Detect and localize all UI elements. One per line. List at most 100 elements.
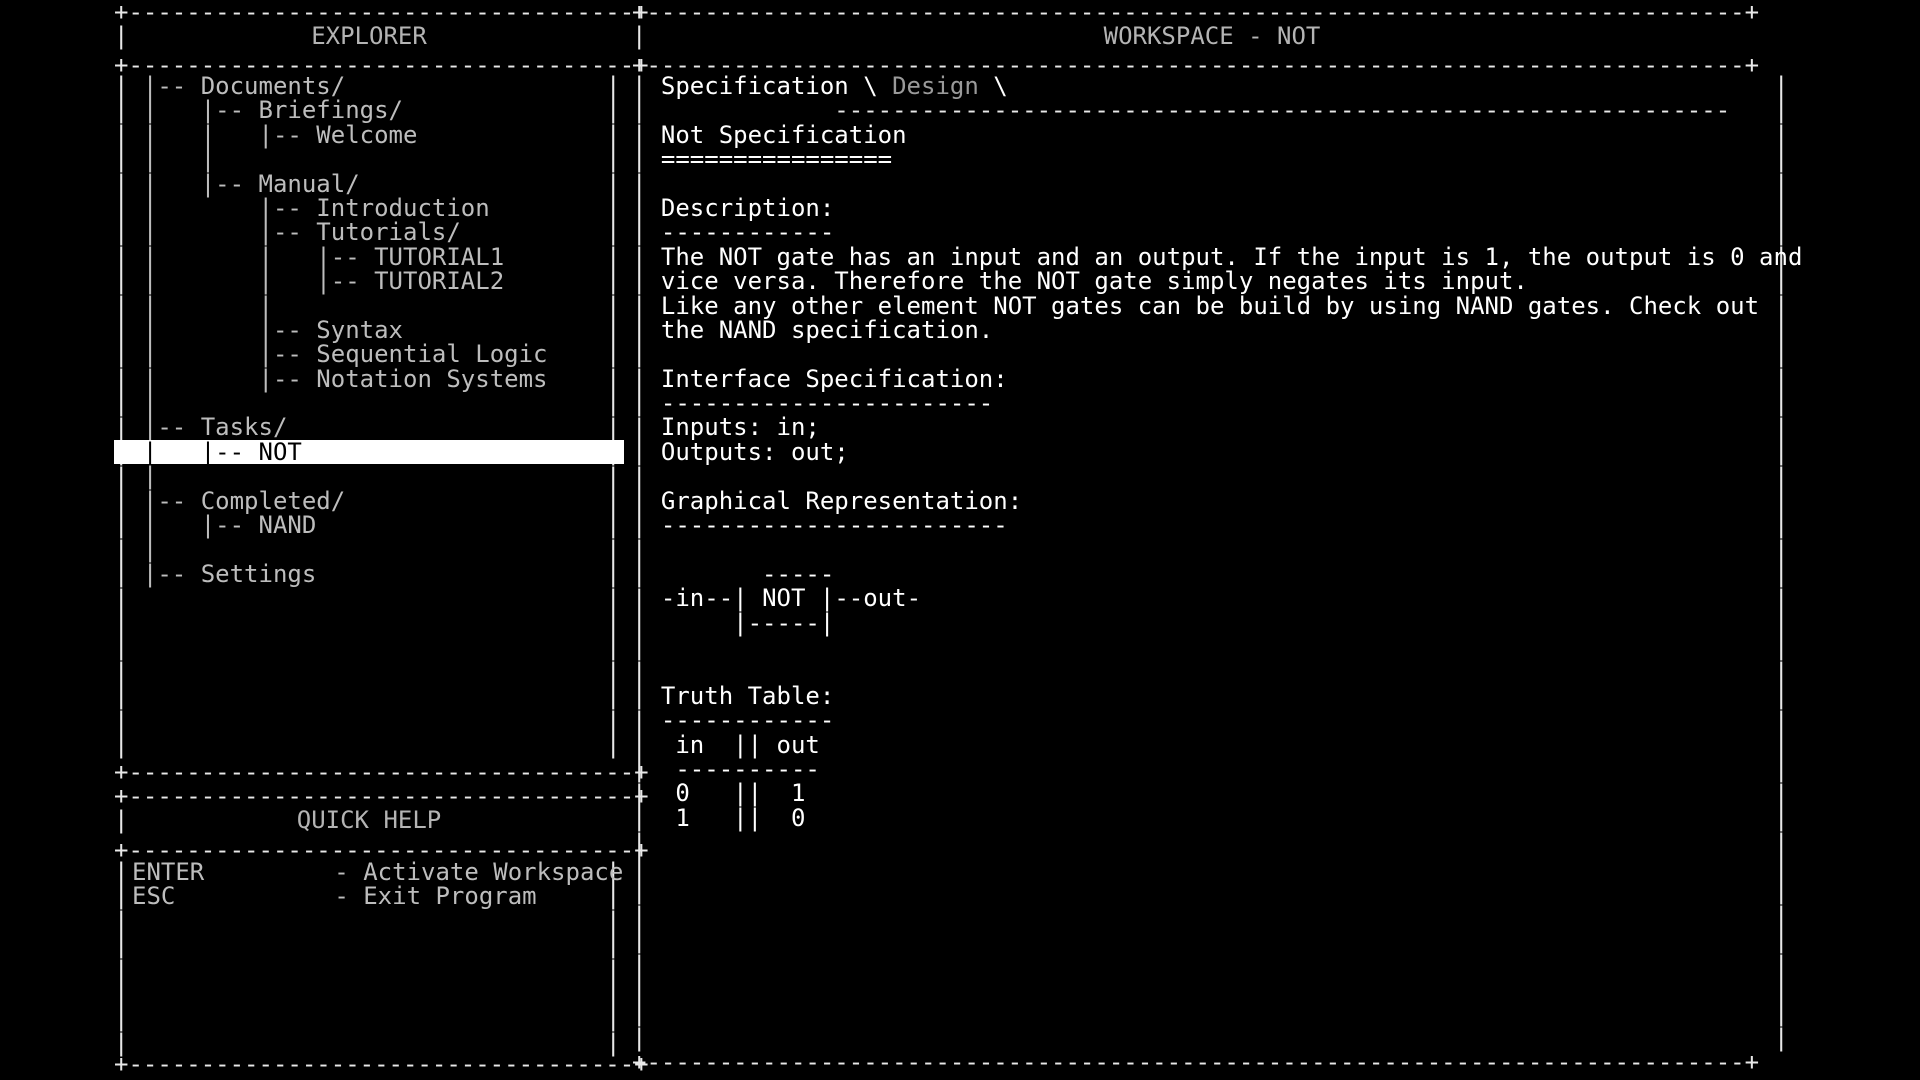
explorer-panel: +-----------------------------------+ | … (114, 0, 649, 812)
workspace-top-border: +---------------------------------------… (632, 0, 1760, 26)
quick-help-bindings: ENTER - Activate Workspace ESC - Exit Pro… (132, 860, 623, 909)
tree-spacer: | | (114, 293, 624, 318)
tree-spacer: | (114, 537, 624, 561)
section-title: Interface Specification: (632, 366, 1792, 391)
doc-heading: Not Specification (632, 123, 1792, 147)
tree-item[interactable]: |-- Documents/ (114, 74, 624, 98)
doc-heading-rule-text: ================ (660, 145, 893, 174)
tree-item[interactable]: | |-- Notation Systems (114, 364, 624, 393)
tree-item-selected[interactable]: | |-- NOT (114, 437, 624, 466)
workspace-title: WORKSPACE - NOT (1103, 22, 1321, 50)
explorer-top-border: +-----------------------------------+ (114, 0, 649, 26)
tree-item[interactable]: | |-- Sequential Logic (114, 342, 624, 366)
explorer-file-tree[interactable]: |-- Documents/ | |-- Briefings/ | | |-- … (114, 74, 624, 744)
explorer-title: EXPLORER (311, 22, 427, 50)
quick-help-gap2 (349, 882, 363, 910)
workspace-tab-rule: ----------------------------------------… (632, 98, 1792, 122)
section-body-text: Outputs: out; (660, 437, 849, 466)
section-title: Description: (632, 196, 1792, 220)
explorer-title-row: | EXPLORER (114, 24, 624, 54)
tree-item[interactable]: |-- Tasks/ (114, 415, 624, 439)
truth-table-header: in || out (632, 732, 1792, 757)
section-body-line: the NAND specification. (632, 318, 1792, 342)
section-body-text: the NAND specification. (660, 315, 994, 344)
tree-item[interactable]: | |-- Manual/ (114, 171, 624, 196)
gate-output-wire: --out- (834, 584, 922, 613)
gate-diagram-body: -in--| NOT |--out- (632, 586, 1792, 610)
tree-item[interactable]: | |-- NAND (114, 513, 624, 537)
gate-right-wall-bottom: | (819, 608, 835, 637)
tree-item[interactable]: |-- Completed/ (114, 488, 624, 513)
workspace-title-row: | WORKSPACE - NOT (632, 24, 1792, 54)
quick-help-key: ESC (132, 882, 176, 911)
section-rule: ------------------------ (632, 513, 1792, 537)
section-title: Graphical Representation: (632, 488, 1792, 513)
tree-item[interactable]: | | |-- TUTORIAL2 (114, 269, 624, 293)
quick-help-binding: ESC - Exit Program (132, 884, 623, 908)
truth-table-separator: || (733, 803, 763, 832)
tree-item[interactable]: | | |-- Welcome (114, 123, 624, 147)
gate-diagram-bottom: |-----| (632, 608, 1792, 637)
quick-help-border-b: +-----------------------------------+ (114, 782, 649, 810)
section-body-line: Outputs: out; (632, 440, 1792, 464)
quick-help-dash: - (334, 882, 349, 911)
truth-table-cell-out: 0 (790, 803, 806, 832)
tree-item[interactable]: | |-- Introduction (114, 196, 624, 220)
truth-table-rule: ------------ (632, 708, 1792, 732)
section-rule: ------------ (632, 220, 1792, 244)
truth-table-cell-in: 1 (675, 803, 690, 832)
gate-diagram-top: ----- (632, 562, 1792, 586)
section-body-line: Inputs: in; (632, 415, 1792, 439)
quick-help-left-rail: | | | | | | | | (114, 858, 129, 1057)
section-rule-text: ------------------------ (660, 511, 1008, 540)
truth-table-header-rule: ---------- (632, 757, 1792, 781)
doc-heading-rule: ================ (632, 147, 1792, 171)
tree-spacer: | (114, 464, 624, 488)
tree-item[interactable]: | |-- Syntax (114, 318, 624, 342)
workspace-bottom-border: +---------------------------------------… (632, 1048, 1760, 1076)
tree-item-label: TUTORIAL2 (374, 267, 505, 296)
quick-help-title: QUICK HELP (296, 806, 442, 834)
terminal-screen: +-----------------------------------+ | … (0, 0, 1920, 1080)
quick-help-bottom-border: +-----------------------------------+ (114, 1050, 649, 1078)
section-body-line: The NOT gate has an input and an output.… (632, 245, 1803, 269)
tree-item[interactable]: | |-- Tutorials/ (114, 220, 624, 244)
workspace-tab-bar: Specification \ Design \ (632, 74, 1792, 98)
tree-item-label: NAND (258, 511, 317, 540)
quick-help-title-row: | QUICK HELP (114, 808, 624, 838)
tree-item[interactable]: | | |-- TUTORIAL1 (114, 245, 624, 269)
gate-left-wall-bottom: | (733, 608, 748, 637)
truth-table-title: Truth Table: (632, 684, 1792, 708)
tree-spacer: | (114, 391, 624, 415)
tree-item-label: NOT (258, 437, 302, 466)
tree-item-label: Notation Systems (316, 364, 548, 393)
quick-help-action: Exit Program (363, 882, 537, 911)
tree-item-label: Welcome (316, 120, 418, 149)
tree-branch-glyph: |-- (114, 559, 201, 588)
workspace-content: Specification \ Design \ ---------------… (632, 74, 1803, 830)
tree-spacer: | | (114, 147, 624, 171)
section-body-line: Like any other element NOT gates can be … (632, 293, 1792, 318)
quick-help-gap (175, 882, 334, 910)
truth-table-row: 1 || 0 (632, 806, 1792, 830)
quick-help-binding: ENTER - Activate Workspace (132, 860, 623, 884)
section-rule: ----------------------- (632, 391, 1792, 415)
tab-underline-rule: ----------------------------------------… (834, 96, 1731, 125)
truth-table-row: 0 || 1 (632, 781, 1792, 805)
tree-item-label: Settings (200, 559, 317, 588)
quick-help-border-a: +-----------------------------------+ (114, 758, 649, 786)
section-body-line: vice versa. Therefore the NOT gate simpl… (632, 269, 1792, 293)
tree-item[interactable]: |-- Settings (114, 562, 624, 586)
tree-item[interactable]: | |-- Briefings/ (114, 98, 624, 122)
